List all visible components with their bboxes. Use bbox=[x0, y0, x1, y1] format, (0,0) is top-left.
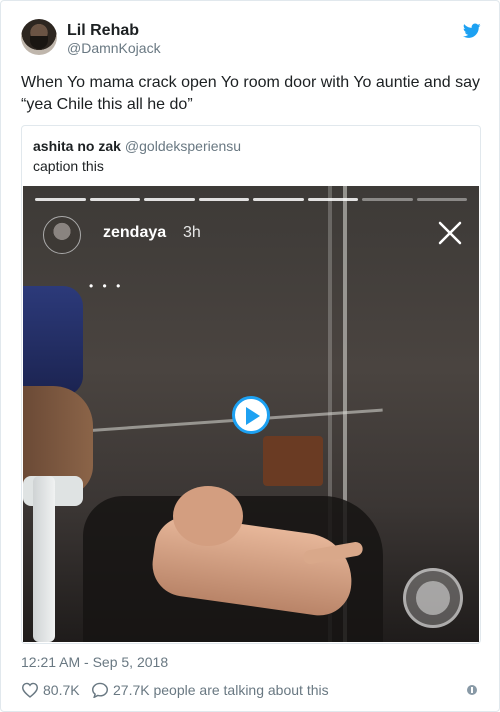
reply-summary: 27.7K people are talking about this bbox=[113, 682, 329, 698]
video-scene-figure bbox=[133, 486, 364, 636]
close-icon bbox=[438, 221, 462, 245]
quoted-author-name: ashita no zak bbox=[33, 138, 121, 154]
story-username: zendaya bbox=[103, 224, 167, 241]
twitter-bird-icon[interactable] bbox=[463, 23, 481, 39]
story-dots: • • • bbox=[89, 279, 124, 293]
embedded-tweet: Lil Rehab @DamnKojack When Yo mama crack… bbox=[0, 0, 500, 712]
video-media[interactable]: zendaya 3h • • • bbox=[23, 186, 479, 642]
info-icon[interactable] bbox=[467, 685, 477, 695]
quoted-author: ashita no zak @goldeksperiensu bbox=[33, 138, 241, 154]
story-avatar bbox=[43, 216, 81, 254]
record-button-overlay bbox=[403, 568, 463, 628]
reply-action[interactable]: 27.7K people are talking about this bbox=[91, 682, 329, 698]
quoted-tweet-text: caption this bbox=[33, 158, 104, 174]
tweet-actions: 80.7K 27.7K people are talking about thi… bbox=[21, 682, 481, 700]
play-icon bbox=[246, 407, 260, 425]
tweet-text: When Yo mama crack open Yo room door wit… bbox=[21, 74, 480, 113]
video-scene-object bbox=[23, 286, 83, 396]
story-progress-bars bbox=[35, 198, 467, 201]
quoted-tweet[interactable]: ashita no zak @goldeksperiensu caption th… bbox=[21, 125, 481, 644]
heart-icon bbox=[21, 682, 39, 698]
quoted-author-handle: @goldeksperiensu bbox=[124, 138, 242, 154]
author-avatar[interactable] bbox=[21, 19, 57, 55]
play-button[interactable] bbox=[232, 396, 270, 434]
tweet-header: Lil Rehab @DamnKojack bbox=[21, 19, 481, 59]
story-time: 3h bbox=[183, 224, 201, 241]
author-name[interactable]: Lil Rehab bbox=[67, 22, 139, 40]
like-action[interactable]: 80.7K bbox=[21, 682, 80, 698]
like-count: 80.7K bbox=[43, 682, 80, 698]
speech-bubble-icon bbox=[91, 682, 109, 698]
video-scene-object bbox=[33, 476, 55, 642]
author-handle[interactable]: @DamnKojack bbox=[67, 40, 161, 56]
video-scene-object bbox=[263, 436, 323, 486]
tweet-timestamp[interactable]: 12:21 AM - Sep 5, 2018 bbox=[21, 654, 168, 670]
